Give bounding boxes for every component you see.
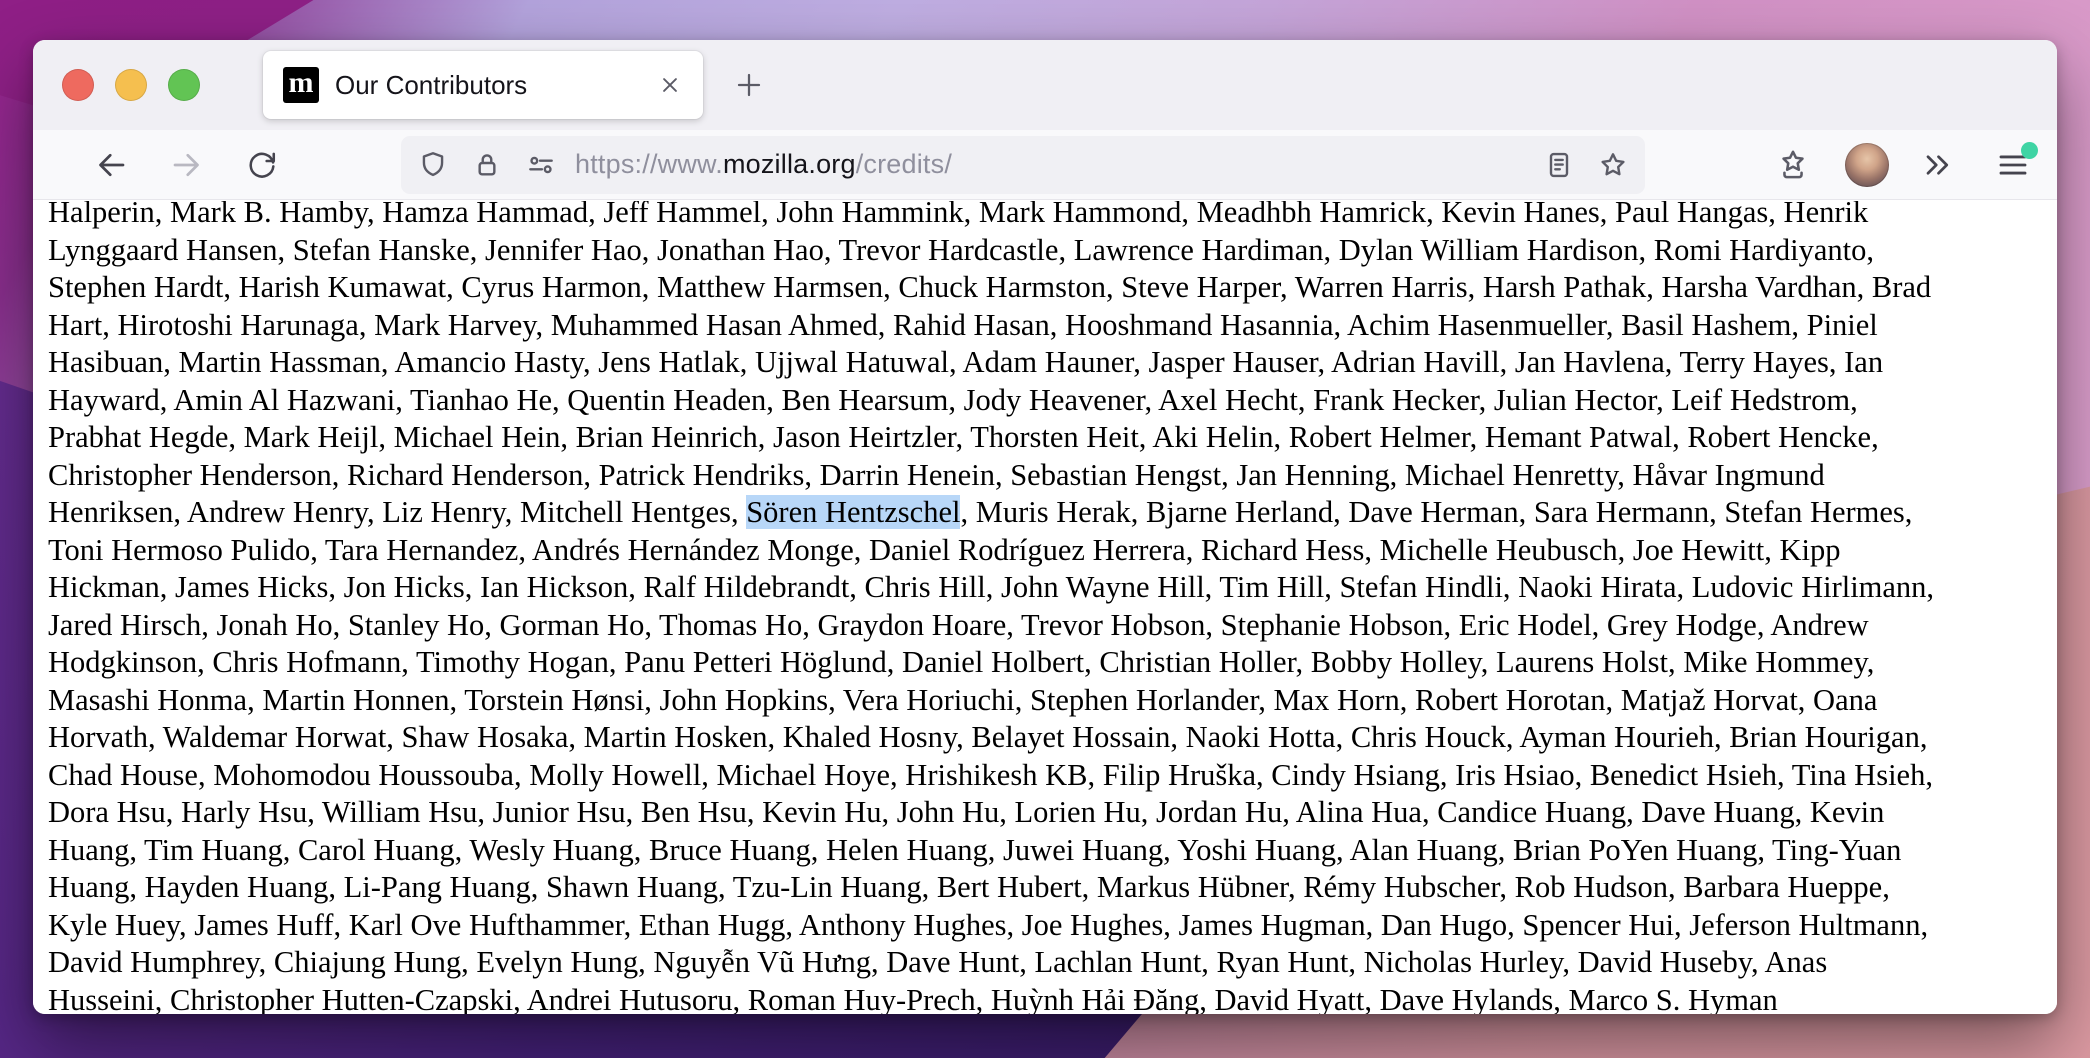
browser-window: m Our Contributors https://www.mozilla.o… — [33, 40, 2057, 1014]
credits-line: Masashi Honma, Martin Honnen, Torstein H… — [48, 682, 1878, 717]
credits-line: Hayward, Amin Al Hazwani, Tianhao He, Qu… — [48, 382, 1858, 417]
url-text[interactable]: https://www.mozilla.org/credits/ — [575, 149, 1535, 180]
menu-notification-badge — [2021, 141, 2038, 159]
account-avatar[interactable] — [1845, 142, 1889, 187]
credits-line: Stephen Hardt, Harish Kumawat, Cyrus Har… — [48, 270, 1932, 304]
app-menu-button[interactable] — [1995, 141, 2038, 183]
tab-title: Our Contributors — [335, 69, 528, 100]
tab-close-icon[interactable] — [657, 72, 683, 98]
credits-line: Chad House, Mohomodou Houssouba, Molly H… — [48, 757, 1933, 792]
bookmark-star-icon[interactable] — [1597, 149, 1629, 181]
zoom-window-button[interactable] — [168, 69, 200, 101]
mozilla-favicon: m — [283, 67, 319, 103]
credits-line: David Humphrey, Chiajung Hung, Evelyn Hu… — [48, 945, 1828, 979]
url-path: /credits/ — [855, 149, 953, 179]
url-bar[interactable]: https://www.mozilla.org/credits/ — [401, 135, 1645, 194]
credits-text: Halperin, Mark B. Hamby, Hamza Hammad, J… — [48, 201, 2042, 1014]
connection-lock-icon[interactable] — [471, 149, 503, 181]
overflow-chevrons-icon[interactable] — [1919, 147, 1955, 183]
credits-line: Hasibuan, Martin Hassman, Amancio Hasty,… — [48, 345, 1884, 379]
tab-our-contributors[interactable]: m Our Contributors — [263, 51, 703, 119]
new-tab-button[interactable] — [733, 69, 765, 101]
credits-line: Henriksen, Andrew Henry, Liz Henry, Mitc… — [48, 495, 1913, 529]
selected-text: Sören Hentzschel — [746, 495, 961, 529]
url-scheme: https://www. — [575, 149, 723, 179]
credits-line: Prabhat Hegde, Mark Heijl, Michael Hein,… — [48, 420, 1879, 454]
tab-strip: m Our Contributors — [33, 40, 2057, 130]
credits-line: Dora Hsu, Harly Hsu, William Hsu, Junior… — [48, 795, 1885, 829]
toolbar-right-cluster — [1775, 141, 2057, 187]
credits-line: Hodgkinson, Chris Hofmann, Timothy Hogan… — [48, 645, 1875, 679]
minimize-window-button[interactable] — [115, 69, 147, 101]
credits-line: Halperin, Mark B. Hamby, Hamza Hammad, J… — [48, 201, 1869, 229]
reload-button[interactable] — [245, 148, 279, 182]
save-to-bookmarks-star-tray-icon[interactable] — [1775, 147, 1811, 183]
credits-line: Kyle Huey, James Huff, Karl Ove Hufthamm… — [48, 907, 1929, 942]
permissions-icon[interactable] — [525, 149, 557, 181]
reader-mode-icon[interactable] — [1543, 149, 1575, 181]
page-content: Halperin, Mark B. Hamby, Hamza Hammad, J… — [33, 201, 2057, 1014]
url-domain: mozilla.org — [722, 149, 856, 179]
credits-line: Huang, Tim Huang, Carol Huang, Wesly Hua… — [48, 832, 1902, 867]
forward-button[interactable] — [169, 147, 205, 183]
credits-line: Horvath, Waldemar Horwat, Shaw Hosaka, M… — [48, 720, 1928, 754]
credits-line: Huang, Hayden Huang, Li-Pang Huang, Shaw… — [48, 870, 1890, 904]
window-controls — [62, 69, 200, 101]
credits-line: Jared Hirsch, Jonah Ho, Stanley Ho, Gorm… — [48, 607, 1869, 642]
credits-line: Hickman, James Hicks, Jon Hicks, Ian Hic… — [48, 570, 1935, 604]
close-window-button[interactable] — [62, 69, 94, 101]
back-button[interactable] — [93, 147, 129, 183]
tracking-protection-shield-icon[interactable] — [417, 149, 449, 181]
credits-line: Christopher Henderson, Richard Henderson… — [48, 457, 1825, 492]
credits-line: Lynggaard Hansen, Stefan Hanske, Jennife… — [48, 232, 1875, 267]
credits-line: Husseini, Christopher Hutten-Czapski, An… — [48, 982, 1778, 1015]
credits-line: Hart, Hirotoshi Harunaga, Mark Harvey, M… — [48, 307, 1878, 342]
credits-line: Toni Hermoso Pulido, Tara Hernandez, And… — [48, 532, 1841, 567]
navigation-toolbar: https://www.mozilla.org/credits/ — [33, 130, 2057, 200]
